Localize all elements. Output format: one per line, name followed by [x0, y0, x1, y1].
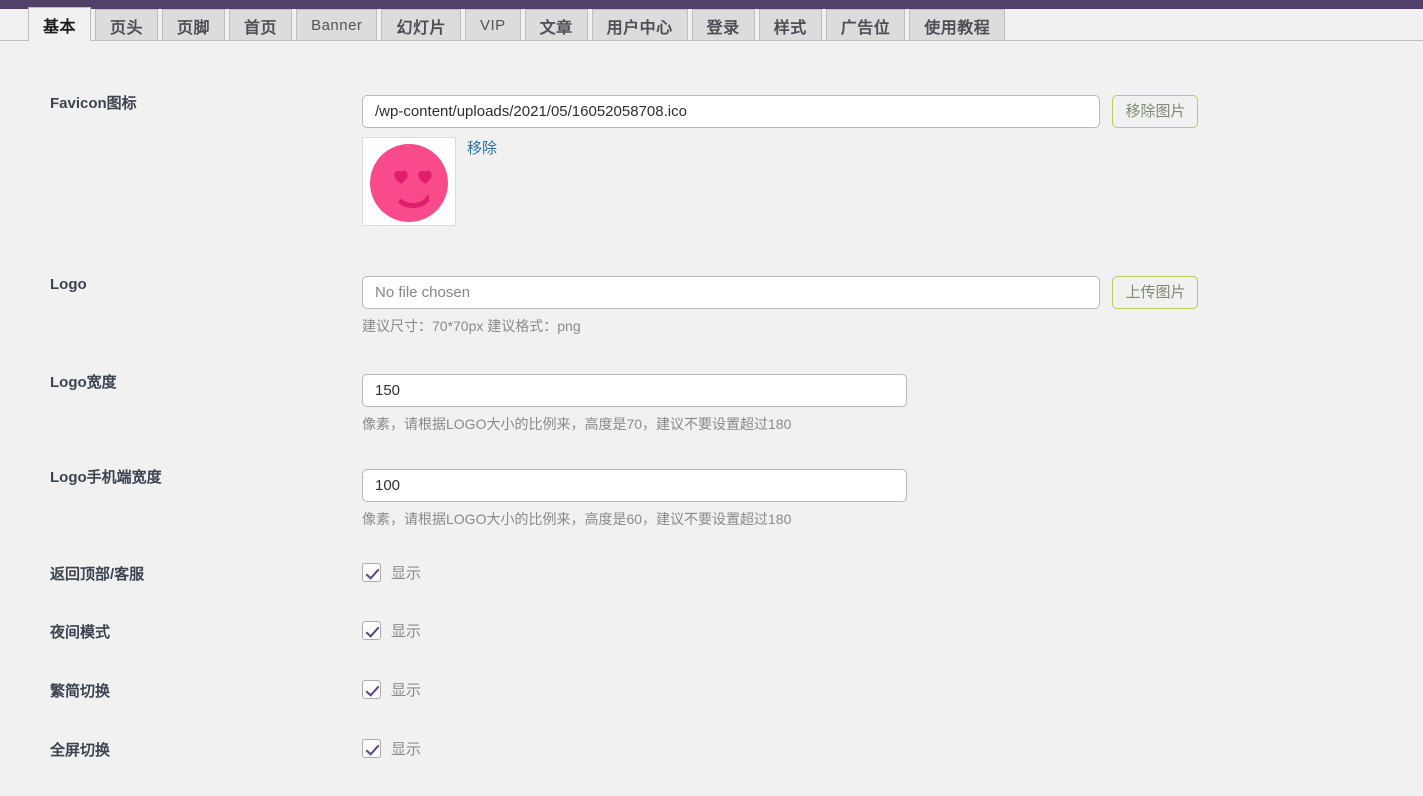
favicon-label: Favicon图标 — [50, 95, 137, 112]
logo-mobile-width-input[interactable] — [362, 469, 907, 502]
tab-label: 用户中心 — [606, 19, 673, 37]
fullscreen-toggle-checkbox-line: 显示 — [362, 738, 421, 759]
tab-basic[interactable]: 基本 — [28, 7, 92, 42]
tab-user-center[interactable]: 用户中心 — [591, 9, 688, 41]
traditional-simplified-checkbox-line: 显示 — [362, 679, 421, 700]
logo-mobile-width-hint: 像素，请根据LOGO大小的比例来，高度是60，建议不要设置超过180 — [362, 511, 792, 527]
night-mode-label: 夜间模式 — [50, 624, 111, 641]
back-to-top-label: 返回顶部/客服 — [50, 566, 145, 583]
back-to-top-field-group: 显示 — [362, 562, 421, 583]
tab-label: 广告位 — [840, 19, 891, 37]
tab-vip[interactable]: VIP — [464, 9, 521, 41]
logo-hint: 建议尺寸：70*70px 建议格式：png — [362, 318, 581, 334]
tab-label: Banner — [311, 17, 363, 34]
logo-width-field-group: 像素，请根据LOGO大小的比例来，高度是70，建议不要设置超过180 — [362, 374, 907, 434]
smiley-heart-eyes-icon — [370, 144, 448, 222]
logo-input[interactable] — [362, 276, 1100, 309]
night-mode-checkbox[interactable] — [362, 621, 381, 640]
tab-header[interactable]: 页头 — [95, 9, 159, 41]
favicon-preview-wrap: 移除 — [362, 137, 1198, 226]
logo-mobile-width-field-group: 像素，请根据LOGO大小的比例来，高度是60，建议不要设置超过180 — [362, 469, 907, 529]
wp-admin-bar — [0, 0, 1423, 9]
tab-tutorial[interactable]: 使用教程 — [909, 9, 1006, 41]
logo-width-hint: 像素，请根据LOGO大小的比例来，高度是70，建议不要设置超过180 — [362, 416, 792, 432]
back-to-top-checkbox-line: 显示 — [362, 562, 421, 583]
heart-icon — [418, 170, 432, 184]
logo-width-label: Logo宽度 — [50, 374, 117, 391]
favicon-remove-link[interactable]: 移除 — [467, 137, 497, 158]
tab-label: 基本 — [43, 18, 77, 36]
back-to-top-checkbox[interactable] — [362, 563, 381, 582]
tab-slideshow[interactable]: 幻灯片 — [381, 9, 461, 41]
tab-label: VIP — [479, 17, 506, 34]
tab-article[interactable]: 文章 — [524, 9, 588, 41]
smile-mouth-icon — [392, 188, 434, 208]
logo-width-input[interactable] — [362, 374, 907, 407]
tab-style[interactable]: 样式 — [758, 9, 822, 41]
favicon-input[interactable] — [362, 95, 1100, 128]
tab-label: 页头 — [110, 19, 144, 37]
back-to-top-checkbox-label[interactable]: 显示 — [391, 562, 421, 583]
tab-label: 使用教程 — [924, 19, 991, 37]
settings-tab-strip: 基本 页头 页脚 首页 Banner 幻灯片 VIP 文章 用户中心 登录 样式… — [0, 7, 1423, 42]
heart-icon — [394, 170, 408, 184]
tab-label: 文章 — [539, 19, 573, 37]
traditional-simplified-label: 繁简切换 — [50, 683, 111, 700]
fullscreen-toggle-field-group: 显示 — [362, 738, 421, 759]
fullscreen-toggle-checkbox-label[interactable]: 显示 — [391, 738, 421, 759]
night-mode-field-group: 显示 — [362, 620, 421, 641]
fullscreen-toggle-label: 全屏切换 — [50, 742, 111, 759]
tab-ad-slots[interactable]: 广告位 — [825, 9, 906, 41]
tab-label: 样式 — [773, 19, 807, 37]
tab-label: 幻灯片 — [396, 19, 446, 37]
traditional-simplified-checkbox[interactable] — [362, 680, 381, 699]
logo-mobile-width-label: Logo手机端宽度 — [50, 469, 162, 486]
logo-field-group: 上传图片 建议尺寸：70*70px 建议格式：png — [362, 276, 1199, 336]
logo-label: Logo — [50, 276, 87, 293]
favicon-remove-image-button[interactable]: 移除图片 — [1112, 95, 1199, 128]
settings-form: Favicon图标 移除图片 移除 — [0, 42, 1423, 796]
tab-banner[interactable]: Banner — [296, 9, 378, 41]
traditional-simplified-field-group: 显示 — [362, 679, 421, 700]
logo-upload-image-button[interactable]: 上传图片 — [1112, 276, 1199, 309]
tab-footer[interactable]: 页脚 — [162, 9, 226, 41]
fullscreen-toggle-checkbox[interactable] — [362, 739, 381, 758]
night-mode-checkbox-line: 显示 — [362, 620, 421, 641]
tab-label: 登录 — [706, 19, 740, 37]
tab-login[interactable]: 登录 — [691, 9, 755, 41]
tab-label: 页脚 — [177, 19, 211, 37]
tab-homepage[interactable]: 首页 — [229, 9, 293, 41]
favicon-preview-box — [362, 137, 456, 226]
traditional-simplified-checkbox-label[interactable]: 显示 — [391, 679, 421, 700]
favicon-field-group: 移除图片 移除 — [362, 95, 1199, 226]
tab-label: 首页 — [244, 19, 278, 37]
night-mode-checkbox-label[interactable]: 显示 — [391, 620, 421, 641]
